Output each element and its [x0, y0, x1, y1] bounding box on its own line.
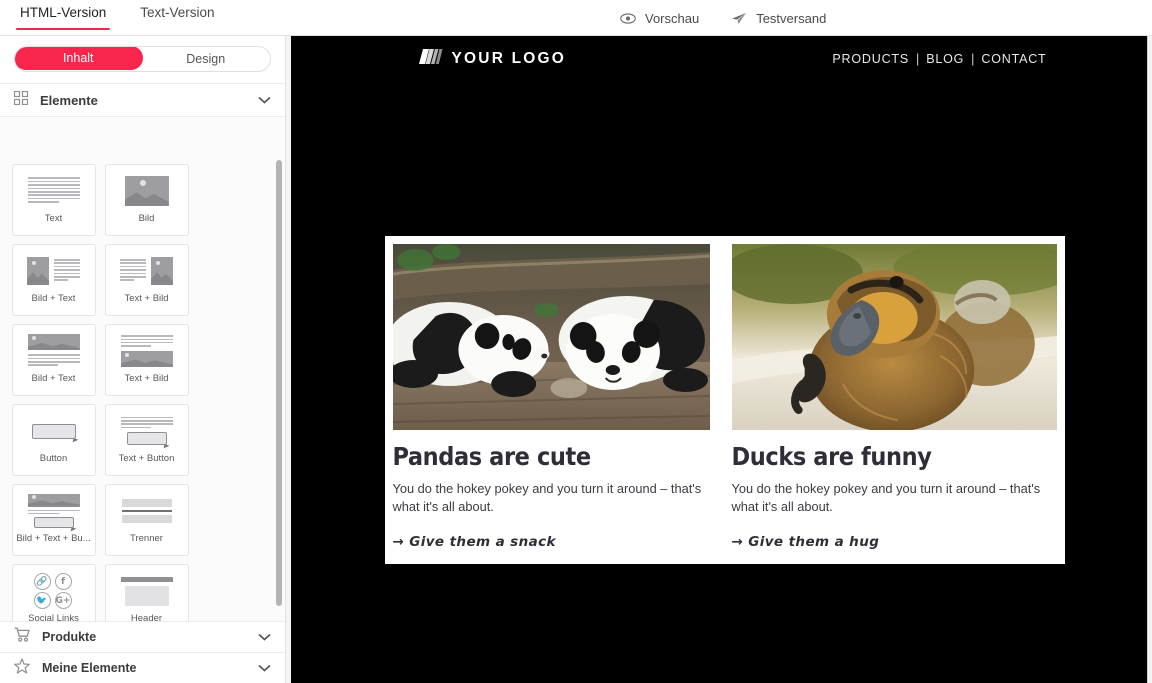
element-tile-text[interactable]: Text — [12, 164, 96, 236]
arrow-icon: → — [393, 534, 405, 550]
link-icon: 🔗 — [34, 573, 51, 590]
top-toolbar: HTML-Version Text-Version Vorschau Testv… — [0, 0, 1152, 36]
segment-design[interactable]: Design — [142, 47, 271, 71]
card-cta-label: Give them a hug — [748, 534, 879, 550]
eye-icon — [620, 13, 636, 24]
preview-button[interactable]: Vorschau — [620, 11, 699, 26]
element-tile-bild-text[interactable]: Bild + Text — [12, 244, 96, 316]
section-label-elemente: Elemente — [40, 93, 258, 108]
email-column-right[interactable]: Ducks are funny You do the hokey pokey a… — [725, 244, 1057, 556]
logo-text: YOUR LOGO — [452, 50, 567, 68]
facebook-icon: f — [55, 573, 72, 590]
nav-separator: | — [916, 52, 919, 66]
tile-art-image-left-text-right — [13, 251, 95, 291]
card-body-text: You do the hokey pokey and you turn it a… — [393, 480, 710, 516]
editor-sidebar: Inhalt Design Elemente — [0, 36, 286, 683]
tab-text-version[interactable]: Text-Version — [140, 6, 214, 31]
element-tile-trenner[interactable]: Trenner — [105, 484, 189, 556]
stripes-logo-icon — [419, 48, 443, 70]
email-header: YOUR LOGO PRODUCTS | BLOG | CONTACT — [291, 36, 1147, 82]
card-headline: Pandas are cute — [393, 444, 710, 469]
nav-link-contact[interactable]: CONTACT — [981, 52, 1046, 66]
sidebar-scrollbar[interactable] — [276, 160, 282, 606]
tile-art-image-text-button — [13, 491, 95, 531]
tile-caption: Bild — [139, 213, 155, 224]
test-send-label: Testversand — [756, 11, 826, 26]
section-header-elemente[interactable]: Elemente — [0, 83, 285, 117]
chevron-down-icon — [258, 628, 271, 646]
preview-label: Vorschau — [645, 11, 699, 26]
section-label-meine-elemente: Meine Elemente — [42, 661, 258, 675]
segmented-control-wrap: Inhalt Design — [0, 36, 285, 83]
nav-link-products[interactable]: PRODUCTS — [832, 52, 909, 66]
tab-html-version[interactable]: HTML-Version — [20, 6, 106, 31]
tile-art-social: 🔗 f 🐦 G+ — [13, 571, 95, 611]
tile-caption: Bild + Text — [32, 373, 76, 384]
tile-art-header — [106, 571, 188, 611]
brand-logo[interactable]: YOUR LOGO — [419, 48, 567, 70]
segment-inhalt[interactable]: Inhalt — [14, 46, 143, 70]
duckling-photo — [732, 244, 1057, 430]
top-actions: Vorschau Testversand — [620, 0, 858, 36]
email-canvas[interactable]: YOUR LOGO PRODUCTS | BLOG | CONTACT — [291, 36, 1148, 683]
panda-photo — [393, 244, 710, 430]
paper-plane-icon — [731, 12, 747, 25]
element-tile-bild-text-button[interactable]: Bild + Text + Bu... — [12, 484, 96, 556]
tile-art-image-top-text-bottom — [13, 331, 95, 371]
tile-caption: Button — [40, 453, 67, 464]
twitter-icon: 🐦 — [34, 592, 51, 609]
element-tile-bild[interactable]: Bild — [105, 164, 189, 236]
card-cta-link[interactable]: →Give them a hug — [732, 534, 1057, 550]
tile-caption: Text + Button — [119, 453, 175, 464]
tile-art-text-top-image-bottom — [106, 331, 188, 371]
tile-art-image — [106, 171, 188, 211]
tile-art-text-left-image-right — [106, 251, 188, 291]
arrow-icon: → — [732, 534, 744, 550]
tile-caption: Trenner — [130, 533, 163, 544]
element-tile-text-bild-stacked[interactable]: Text + Bild — [105, 324, 189, 396]
tile-caption: Bild + Text — [32, 293, 76, 304]
section-header-meine-elemente[interactable]: Meine Elemente — [0, 652, 285, 683]
email-nav: PRODUCTS | BLOG | CONTACT — [832, 52, 1128, 66]
content-design-toggle[interactable]: Inhalt Design — [14, 46, 271, 72]
tile-art-divider — [106, 491, 188, 531]
google-plus-icon: G+ — [55, 592, 72, 609]
email-column-left[interactable]: Pandas are cute You do the hokey pokey a… — [393, 244, 725, 556]
element-tile-button[interactable]: Button — [12, 404, 96, 476]
elements-grid: Text Bild — [0, 152, 285, 653]
chevron-down-icon — [258, 91, 271, 109]
grid-icon — [14, 91, 28, 110]
tile-caption: Text — [45, 213, 62, 224]
tile-caption: Text + Bild — [124, 293, 168, 304]
tile-art-text-button — [106, 411, 188, 451]
card-body-text: You do the hokey pokey and you turn it a… — [732, 480, 1057, 516]
element-tile-text-bild[interactable]: Text + Bild — [105, 244, 189, 316]
nav-separator: | — [971, 52, 974, 66]
chevron-down-icon — [258, 659, 271, 677]
tile-caption: Text + Bild — [124, 373, 168, 384]
section-label-produkte: Produkte — [42, 630, 258, 644]
star-icon — [14, 658, 30, 679]
tile-caption: Bild + Text + Bu... — [16, 533, 90, 544]
tile-art-text — [13, 171, 95, 211]
sidebar-bottom-sections: Produkte Meine Elemente — [0, 621, 285, 683]
version-tabs: HTML-Version Text-Version — [20, 0, 249, 36]
element-tile-text-button[interactable]: Text + Button — [105, 404, 189, 476]
email-content-card[interactable]: Pandas are cute You do the hokey pokey a… — [385, 236, 1065, 564]
section-header-produkte[interactable]: Produkte — [0, 621, 285, 652]
tile-art-button — [13, 411, 95, 451]
card-headline: Ducks are funny — [732, 444, 1057, 469]
card-cta-label: Give them a snack — [409, 534, 556, 550]
element-tile-bild-text-stacked[interactable]: Bild + Text — [12, 324, 96, 396]
card-cta-link[interactable]: →Give them a snack — [393, 534, 710, 550]
elements-scroll-area[interactable]: Text Bild — [0, 152, 285, 653]
nav-link-blog[interactable]: BLOG — [926, 52, 964, 66]
test-send-button[interactable]: Testversand — [731, 11, 826, 26]
cart-icon — [14, 627, 30, 647]
email-preview-pane: YOUR LOGO PRODUCTS | BLOG | CONTACT — [286, 36, 1152, 683]
